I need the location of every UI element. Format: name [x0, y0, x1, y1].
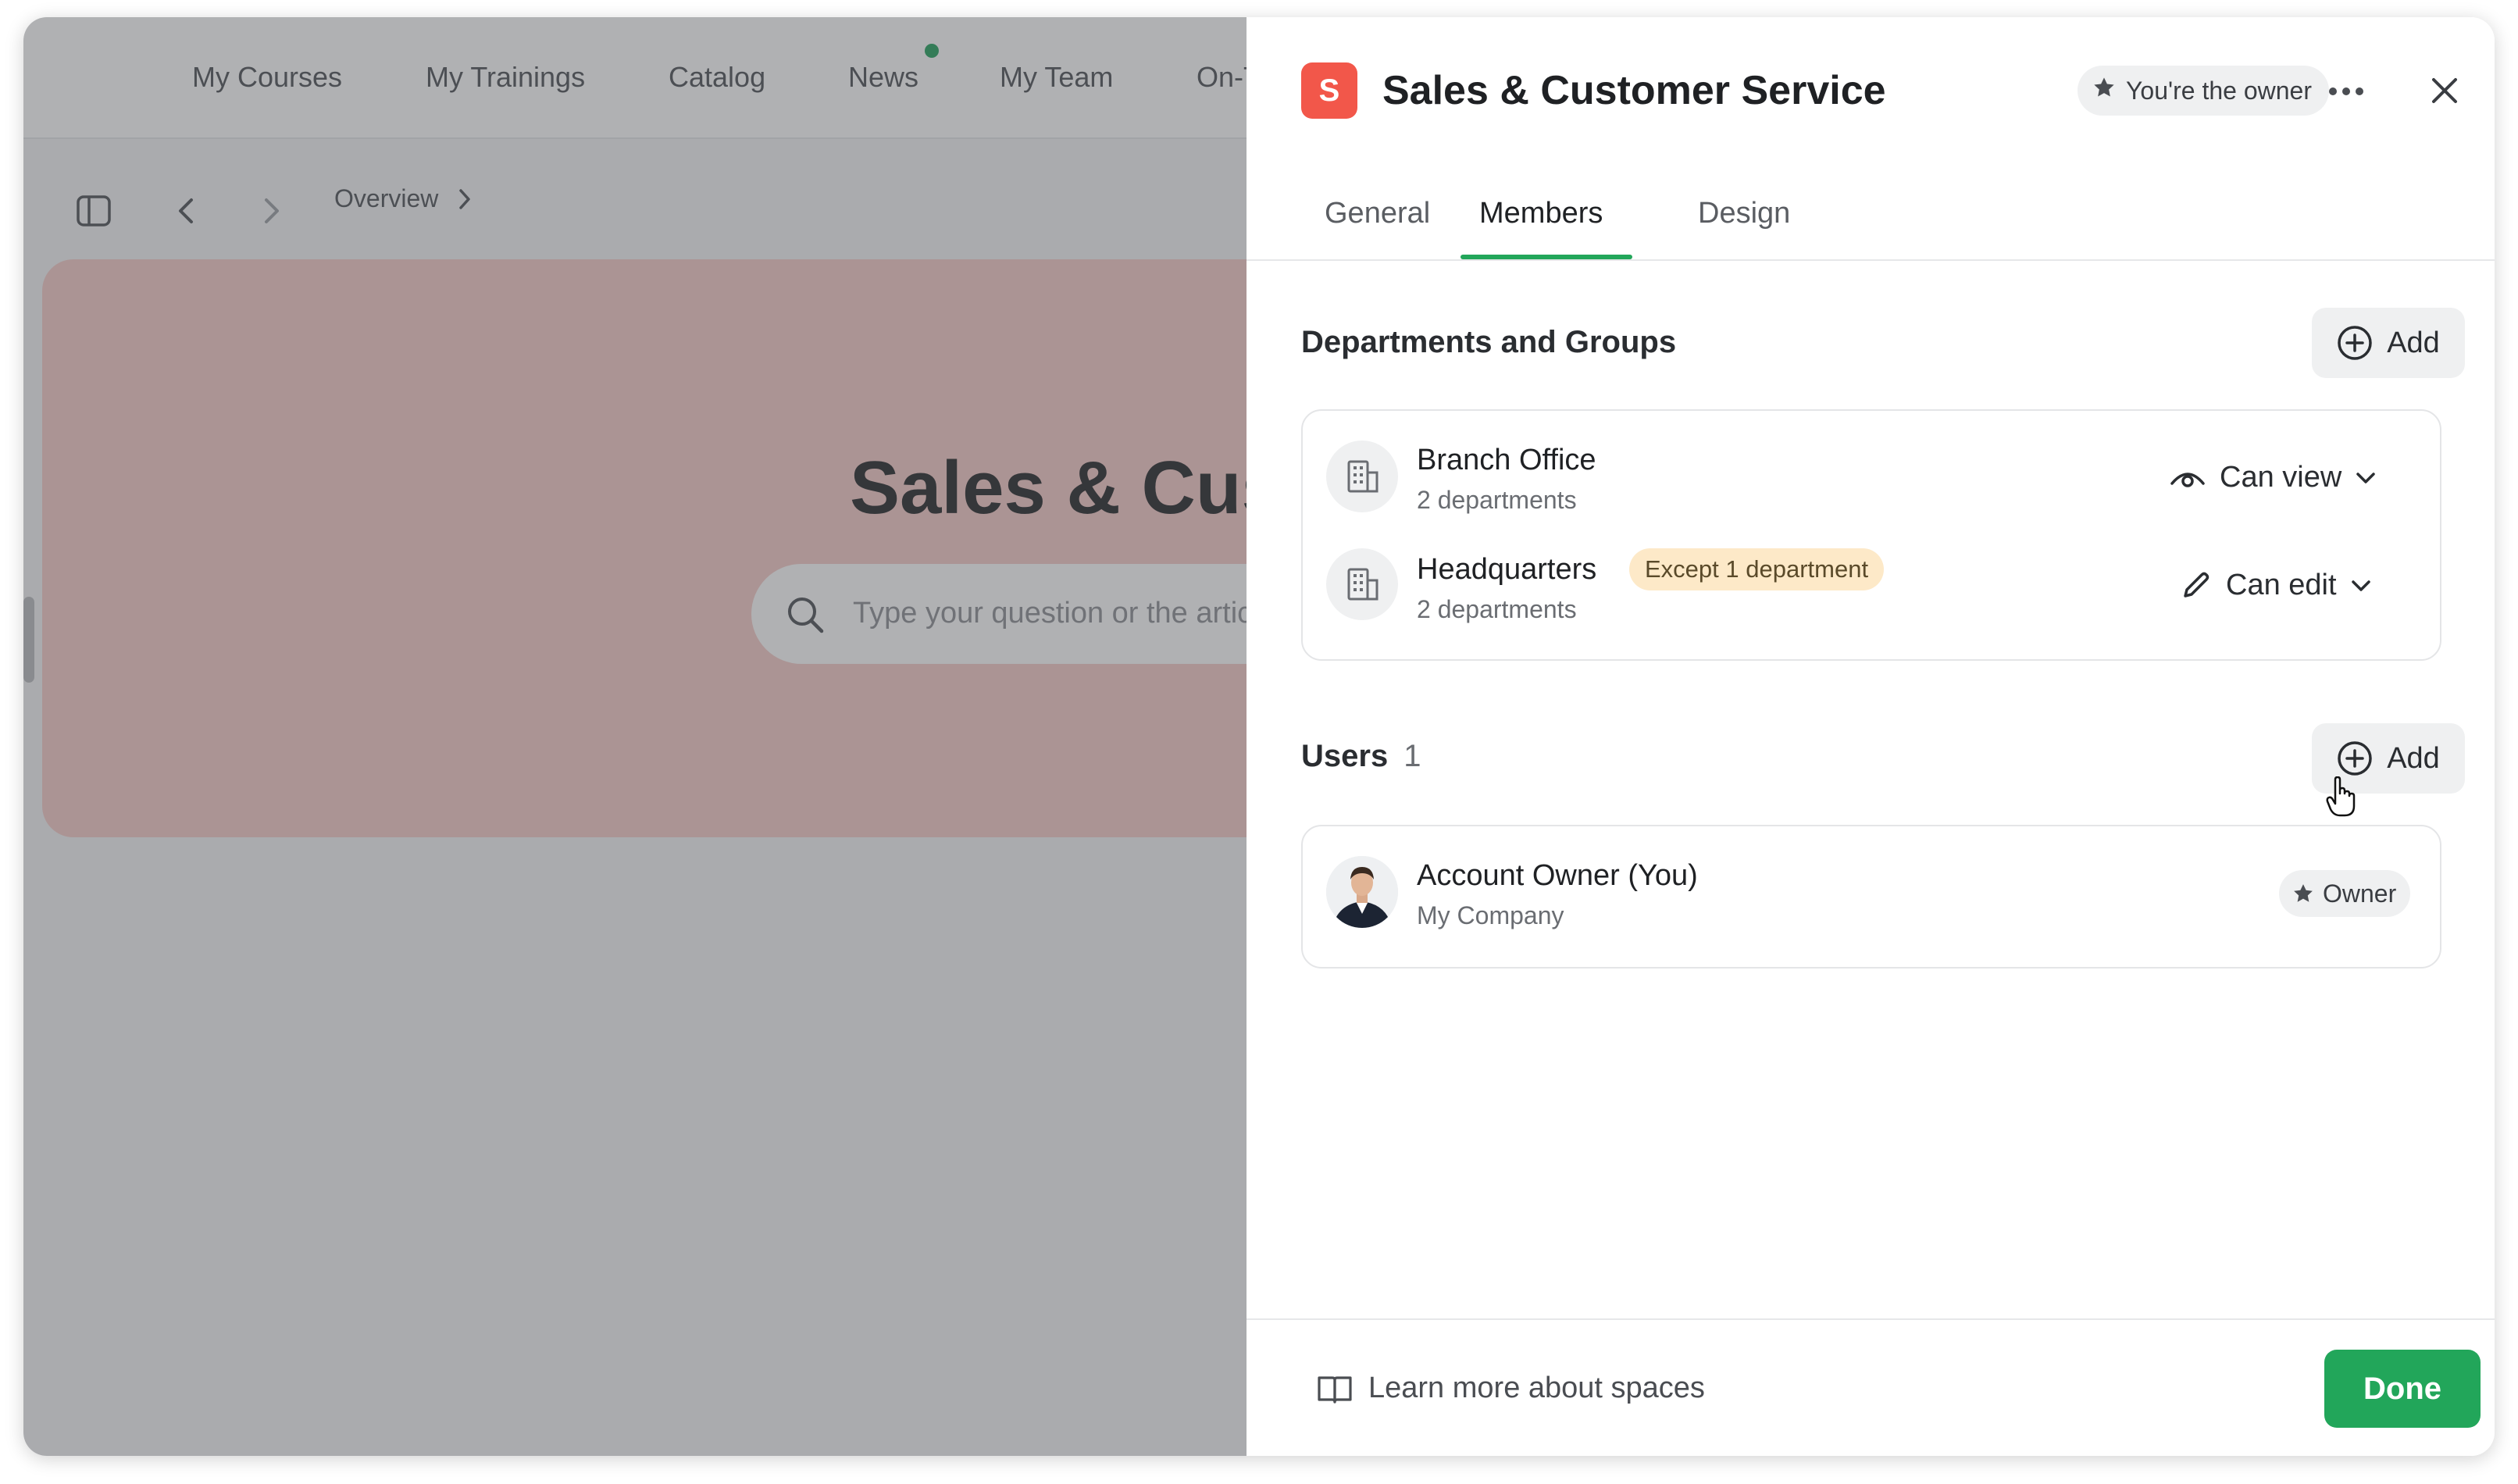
more-options-button[interactable] [2323, 72, 2370, 111]
eye-icon [2170, 472, 2205, 487]
tab-members[interactable]: Members [1479, 197, 1603, 230]
learn-more-label: Learn more about spaces [1368, 1372, 1705, 1404]
app-window: My Courses My Trainings Catalog News My … [23, 17, 2495, 1456]
departments-card: Branch Office 2 departments Can view Hea… [1301, 409, 2441, 661]
modal-overlay[interactable] [23, 17, 1247, 1456]
star-icon [2092, 75, 2117, 106]
avatar [1326, 856, 1398, 928]
chevron-down-icon [2356, 472, 2376, 483]
more-horizontal-icon [2329, 87, 2363, 95]
department-name: Headquarters [1417, 553, 1597, 586]
users-section-title: Users 1 [1301, 739, 1421, 774]
owner-role-badge: Owner [2279, 870, 2411, 917]
tab-general[interactable]: General [1325, 197, 1430, 230]
tab-design[interactable]: Design [1698, 197, 1790, 230]
users-count: 1 [1403, 739, 1421, 773]
add-department-button[interactable]: Add [2312, 308, 2465, 378]
learn-more-link[interactable]: Learn more about spaces [1317, 1372, 1705, 1405]
panel-footer: Learn more about spaces Done [1247, 1318, 2495, 1456]
permission-label: Can view [2220, 461, 2342, 494]
hand-pointer-icon [2326, 776, 2356, 821]
except-badge[interactable]: Except 1 department [1629, 548, 1885, 590]
owner-role-label: Owner [2323, 879, 2397, 908]
department-name: Branch Office [1417, 444, 1596, 476]
add-label: Add [2387, 326, 2440, 359]
departments-section-title: Departments and Groups [1301, 325, 1677, 359]
user-company: My Company [1417, 901, 1564, 929]
active-tab-indicator [1461, 255, 1632, 259]
permission-dropdown[interactable]: Can edit [2179, 569, 2371, 602]
department-sub: 2 departments [1417, 486, 1577, 514]
users-card: Account Owner (You) My Company Owner [1301, 825, 2441, 969]
pencil-icon [2184, 572, 2209, 598]
owner-pill: You're the owner [2078, 66, 2329, 116]
chevron-down-icon [2351, 580, 2370, 591]
permission-dropdown[interactable]: Can view [2170, 461, 2376, 494]
panel-title: Sales & Customer Service [1382, 68, 1886, 113]
close-button[interactable] [2418, 64, 2471, 117]
star-icon [2294, 884, 2313, 902]
book-icon [1318, 1375, 1352, 1404]
permission-label: Can edit [2226, 569, 2337, 601]
owner-pill-label: You're the owner [2126, 76, 2312, 105]
close-icon [2432, 78, 2457, 103]
department-sub: 2 departments [1417, 595, 1577, 623]
building-icon [1326, 441, 1398, 512]
user-name: Account Owner (You) [1417, 859, 1698, 892]
done-button[interactable]: Done [2324, 1350, 2481, 1428]
users-title: Users [1301, 739, 1389, 773]
plus-circle-icon [2338, 741, 2372, 776]
space-settings-panel: S Sales & Customer Service You're the ow… [1247, 17, 2495, 1456]
add-label: Add [2387, 741, 2440, 775]
panel-tabs: General Members Design [1247, 173, 2495, 261]
space-badge: S [1301, 62, 1357, 119]
plus-circle-icon [2338, 326, 2372, 360]
building-icon [1326, 548, 1398, 620]
